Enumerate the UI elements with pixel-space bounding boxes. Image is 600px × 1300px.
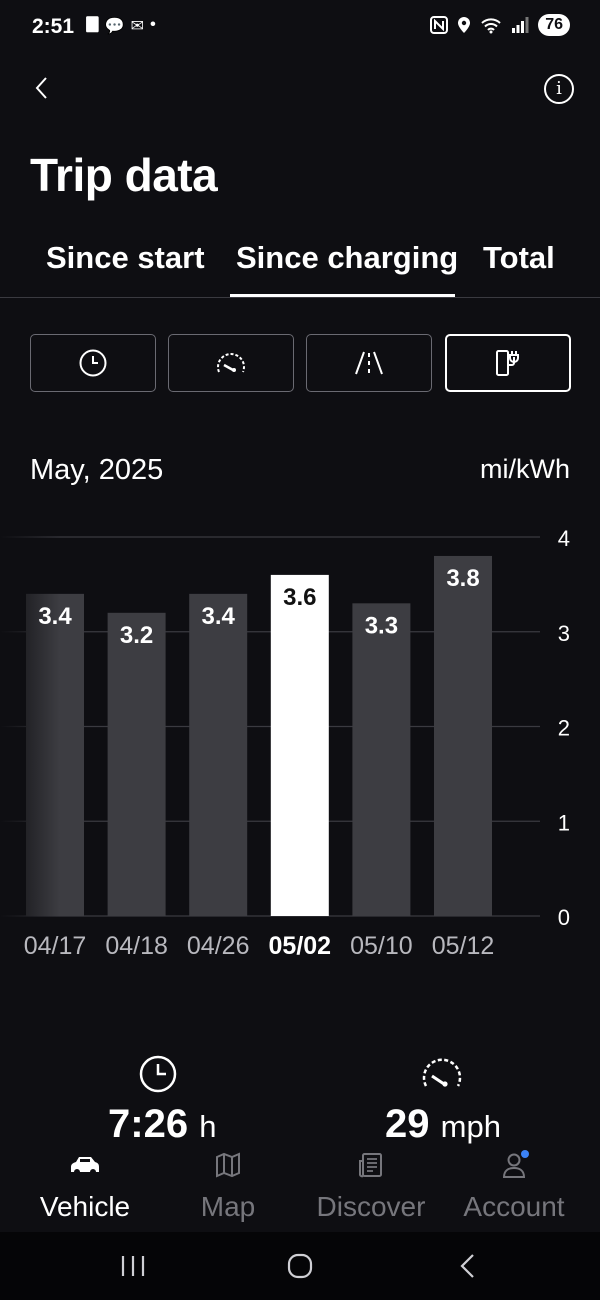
data-label: 3.6	[283, 584, 316, 611]
bar	[434, 555, 492, 916]
segment-distance[interactable]	[306, 334, 432, 392]
signal-icon	[512, 17, 529, 33]
data-label: 3.3	[365, 612, 398, 639]
x-tick-label: 04/26	[187, 932, 250, 960]
car-icon	[71, 1157, 99, 1175]
data-label: 3.2	[120, 622, 153, 649]
x-tick-label: 05/10	[350, 932, 413, 960]
segment-speed[interactable]	[168, 334, 294, 392]
mail-icon: ✉	[130, 18, 145, 35]
duration-value: 7:26	[108, 1102, 189, 1146]
x-tick-label: 04/17	[24, 932, 87, 960]
tab-bar: Since start Since charging Total	[0, 236, 600, 298]
speed-stat: 29 mph	[385, 1102, 501, 1147]
y-tick-label: 3	[558, 621, 570, 646]
home-icon[interactable]	[280, 1250, 320, 1282]
bar	[270, 574, 329, 916]
status-time: 2:51	[32, 15, 75, 38]
data-label: 3.4	[202, 603, 236, 630]
nav-label-map: Map	[200, 1191, 256, 1222]
x-tick-label: 05/02	[269, 932, 332, 960]
system-nav-bar	[0, 1232, 600, 1300]
y-tick-label: 2	[558, 716, 570, 741]
charging-station-icon	[496, 350, 519, 376]
status-bar: 2:51 🀫 💬 ✉ • 76	[0, 0, 600, 58]
nav-account[interactable]: Account	[439, 1145, 589, 1223]
notification-icons: 🀫 💬 ✉ •	[86, 16, 156, 36]
segment-duration[interactable]	[30, 334, 156, 392]
speed-value: 29	[385, 1102, 430, 1146]
tab-since-start[interactable]: Since start	[46, 240, 205, 276]
system-status-icons: 76	[430, 14, 570, 36]
y-tick-label: 4	[558, 526, 570, 551]
consumption-bar-chart: 0 1 2 3 4 3.4 04/17 3.2 04/18 3.4 04/26 3.6 05/02 3.3…	[0, 505, 570, 960]
nav-label-vehicle: Vehicle	[39, 1191, 131, 1222]
notification-icon: 🀫	[86, 16, 99, 33]
duration-stat: 7:26 h	[108, 1102, 216, 1147]
bottom-nav: Vehicle Map Discover Account	[0, 1145, 600, 1230]
nav-label-account: Account	[463, 1191, 565, 1222]
bar	[107, 612, 166, 916]
back-nav-icon[interactable]	[448, 1250, 488, 1282]
clock-icon	[79, 349, 107, 377]
wifi-icon	[481, 18, 501, 34]
location-icon	[458, 17, 471, 33]
nfc-icon	[430, 16, 449, 34]
map-icon	[216, 1152, 240, 1178]
nav-label-discover: Discover	[316, 1191, 426, 1222]
dot-icon: •	[150, 16, 156, 33]
news-icon	[359, 1153, 382, 1178]
bar	[189, 593, 248, 916]
unit-label: mi/kWh	[480, 454, 570, 484]
data-label: 3.4	[38, 603, 72, 630]
page-title: Trip data	[30, 149, 218, 201]
speed-unit: mph	[440, 1109, 501, 1144]
nav-vehicle[interactable]: Vehicle	[10, 1145, 160, 1223]
period-label: May, 2025	[30, 454, 164, 486]
clock-icon	[139, 1055, 177, 1093]
active-tab-indicator	[230, 294, 455, 297]
tab-since-charging[interactable]: Since charging	[236, 240, 458, 276]
info-button[interactable]: i	[544, 74, 574, 104]
chevron-left-icon	[35, 77, 47, 99]
recent-apps-icon[interactable]	[113, 1250, 153, 1282]
bar	[352, 603, 411, 916]
account-notification-badge	[521, 1150, 529, 1158]
tab-total[interactable]: Total	[483, 240, 555, 276]
data-label: 3.8	[446, 565, 479, 592]
chat-icon: 💬	[104, 18, 125, 35]
duration-unit: h	[199, 1109, 217, 1144]
segment-consumption[interactable]	[445, 334, 571, 392]
back-button[interactable]	[28, 72, 56, 104]
x-tick-label: 05/12	[432, 932, 495, 960]
y-tick-label: 1	[558, 810, 570, 835]
battery-indicator: 76	[538, 14, 570, 36]
speedometer-icon	[217, 353, 245, 373]
y-tick-label: 0	[558, 905, 570, 930]
x-tick-label: 04/18	[105, 932, 168, 960]
nav-map[interactable]: Map	[153, 1145, 303, 1223]
nav-discover[interactable]: Discover	[296, 1145, 446, 1223]
speedometer-icon	[422, 1058, 462, 1087]
road-icon	[355, 351, 383, 375]
